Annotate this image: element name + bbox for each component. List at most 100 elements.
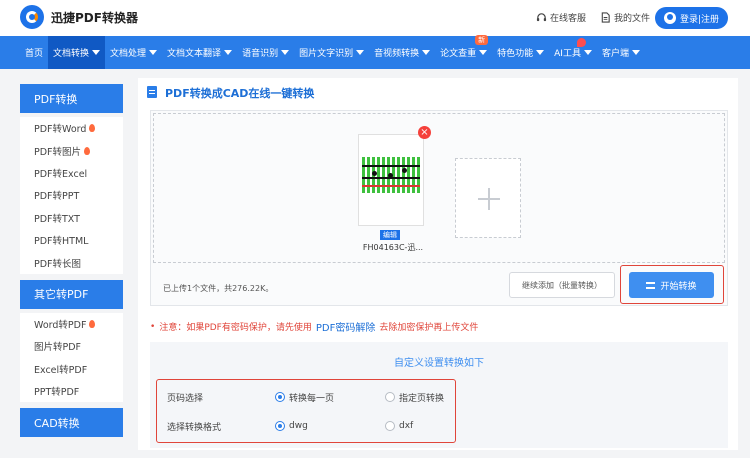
nav-item-label: 文档转换: [53, 49, 90, 59]
edit-file-button[interactable]: 编辑: [380, 230, 400, 240]
fire-icon: [89, 124, 96, 133]
nav-item-3[interactable]: 文档文本翻译: [162, 36, 237, 69]
start-convert-button[interactable]: 开始转换: [629, 272, 714, 298]
continue-add-button[interactable]: 继续添加（批量转换）: [509, 272, 615, 298]
nav-item-label: 文档文本翻译: [167, 49, 222, 59]
radio-checked-icon: [275, 421, 285, 431]
radio-label: 指定页转换: [399, 393, 445, 404]
sidebar-item[interactable]: PDF转图片: [20, 139, 123, 161]
nav-item-label: 音视频转换: [374, 49, 420, 59]
sidebar-group-title[interactable]: PDF转换: [20, 84, 123, 113]
nav-item-label: 论文查重: [440, 49, 477, 59]
sidebar-item-label: PDF转TXT: [34, 213, 80, 225]
chevron-down-icon: [631, 50, 640, 55]
fire-icon: [89, 319, 96, 328]
sidebar-item[interactable]: PDF转Word: [20, 117, 123, 139]
chevron-down-icon: [479, 50, 488, 55]
nav-item-1[interactable]: 文档转换: [48, 36, 106, 69]
chevron-down-icon: [583, 50, 592, 55]
hot-dot-icon: [577, 38, 587, 47]
start-button-highlight: 开始转换: [620, 265, 724, 304]
nav-item-10[interactable]: 客户端: [597, 36, 645, 69]
sidebar-item-label: PPT转PDF: [34, 387, 80, 399]
my-files-link[interactable]: 我的文件: [600, 11, 650, 24]
upload-area: × 编辑 FH04163C-迅... 已上传1个文件，共276.22K。 继续添…: [150, 110, 728, 306]
cad-drawing-preview: [362, 157, 420, 193]
sidebar-item-label: 图片转PDF: [34, 342, 82, 354]
conversion-settings: 自定义设置转换如下 页码选择 转换每一页 指定页转换 选择转换格式 dwg dxf: [150, 342, 728, 448]
nav-item-7[interactable]: 论文查重 新: [435, 35, 492, 69]
start-convert-label: 开始转换: [660, 281, 697, 292]
pdf-password-remove-link[interactable]: PDF密码解除: [316, 319, 375, 334]
nav-item-6[interactable]: 音视频转换: [369, 36, 435, 69]
nav-item-0[interactable]: 首页: [20, 36, 48, 69]
sidebar-item-label: PDF转Excel: [34, 168, 88, 180]
radio-option[interactable]: dxf: [385, 421, 495, 431]
main-panel: PDF转换成CAD在线一键转换 × 编辑 FH04163C-迅... 已上传1个…: [138, 78, 738, 450]
settings-options-highlight: 页码选择 转换每一页 指定页转换 选择转换格式 dwg dxf: [156, 379, 456, 443]
sidebar-item[interactable]: PPT转PDF: [20, 380, 123, 402]
sidebar-item-label: PDF转Word: [34, 124, 87, 136]
settings-row: 页码选择 转换每一页 指定页转换: [167, 387, 495, 407]
login-label: 登录|注册: [679, 14, 720, 25]
radio-label: 转换每一页: [289, 393, 335, 404]
delete-file-button[interactable]: ×: [418, 126, 431, 139]
sidebar-group-title[interactable]: CAD转换: [20, 408, 123, 438]
radio-unchecked-icon: [385, 421, 395, 431]
add-file-button[interactable]: [455, 158, 521, 238]
radio-option[interactable]: 转换每一页: [275, 391, 385, 404]
chevron-down-icon: [92, 50, 101, 55]
settings-row-label: 页码选择: [167, 393, 204, 404]
drop-zone[interactable]: × 编辑 FH04163C-迅...: [153, 113, 725, 263]
nav-item-4[interactable]: 语音识别: [237, 36, 294, 69]
chevron-down-icon: [281, 50, 290, 55]
user-avatar-icon: [663, 12, 676, 24]
nav-item-9[interactable]: AI工具: [549, 36, 597, 69]
radio-unchecked-icon: [385, 392, 395, 402]
sidebar-item[interactable]: PDF转Excel: [20, 162, 123, 184]
login-register-button[interactable]: 登录|注册: [655, 7, 728, 29]
notice-suffix: 去除加密保护再上传文件: [379, 323, 479, 333]
document-icon: [147, 86, 157, 98]
nav-item-label: 特色功能: [497, 49, 534, 59]
notice-prefix: 注意：如果PDF有密码保护，请先使用: [159, 323, 312, 333]
sidebar-item-label: PDF转PPT: [34, 191, 80, 203]
sidebar-item[interactable]: Excel转PDF: [20, 358, 123, 380]
nav-item-2[interactable]: 文档处理: [105, 36, 162, 69]
chevron-down-icon: [149, 50, 158, 55]
new-badge: 新: [475, 35, 489, 45]
nav-item-label: 语音识别: [242, 49, 279, 59]
sidebar-item[interactable]: 图片转PDF: [20, 335, 123, 357]
sidebar-group-title[interactable]: 其它转PDF: [20, 279, 123, 309]
settings-row-label: 选择转换格式: [167, 422, 222, 433]
sidebar-item[interactable]: PDF转PPT: [20, 184, 123, 206]
file-thumbnail[interactable]: [358, 134, 424, 226]
radio-label: dwg: [289, 421, 308, 431]
bullet-icon: •: [150, 321, 156, 332]
online-service-link[interactable]: 在线客服: [536, 11, 586, 24]
sidebar-item[interactable]: PDF转长图: [20, 251, 123, 273]
nav-item-label: 图片文字识别: [299, 49, 354, 59]
nav-item-label: 文档处理: [110, 49, 147, 59]
sidebar-item-label: Excel转PDF: [34, 364, 88, 376]
radio-option[interactable]: 指定页转换: [385, 391, 495, 404]
swap-icon: [646, 281, 656, 290]
radio-option[interactable]: dwg: [275, 421, 385, 431]
settings-row: 选择转换格式 dwg dxf: [167, 416, 495, 436]
nav-item-5[interactable]: 图片文字识别: [294, 36, 369, 69]
sidebar-item[interactable]: PDF转HTML: [20, 229, 123, 251]
my-files-label: 我的文件: [614, 14, 651, 24]
headset-icon: [536, 13, 547, 22]
page-title: PDF转换成CAD在线一键转换: [165, 87, 315, 100]
notice: • 注意：如果PDF有密码保护，请先使用 PDF密码解除 去除加密保护再上传文件: [150, 319, 479, 335]
nav-item-label: 客户端: [601, 49, 629, 59]
sidebar-item[interactable]: Word转PDF: [20, 313, 123, 335]
sidebar-item-label: PDF转HTML: [34, 236, 89, 248]
brand-name[interactable]: 迅捷PDF转换器: [51, 9, 138, 26]
sidebar-item[interactable]: PDF转TXT: [20, 207, 123, 229]
nav-item-8[interactable]: 特色功能: [492, 36, 549, 69]
sidebar-item-label: Word转PDF: [34, 319, 87, 331]
logo-icon[interactable]: [20, 5, 44, 29]
upload-status: 已上传1个文件，共276.22K。: [163, 284, 274, 293]
nav-item-label: 首页: [25, 49, 44, 59]
